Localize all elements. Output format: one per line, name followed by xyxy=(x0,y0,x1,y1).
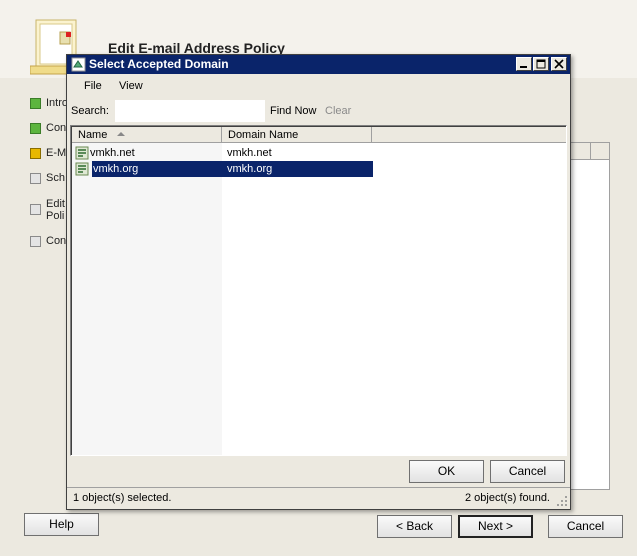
wizard-step-label: Con xyxy=(46,122,67,134)
list-item[interactable]: vmkh.net vmkh.net xyxy=(72,145,372,161)
minimize-icon xyxy=(520,66,527,68)
step-complete-icon xyxy=(30,98,41,109)
list-item-selected[interactable]: vmkh.org vmkh.org xyxy=(72,161,373,177)
ok-button[interactable]: OK xyxy=(409,460,484,483)
menu-bar: File View xyxy=(67,74,570,98)
dialog-cancel-button[interactable]: Cancel xyxy=(490,460,565,483)
wizard-content-list xyxy=(565,142,610,490)
wizard-steps: Intro Con E-M Sch Edit Poli Con xyxy=(0,78,70,498)
close-icon xyxy=(554,59,564,69)
step-pending-icon xyxy=(30,236,41,247)
step-pending-icon xyxy=(30,204,41,215)
back-button[interactable]: < Back xyxy=(377,515,452,538)
wizard-step-label: Sch xyxy=(46,172,65,184)
wizard-step-email-addresses[interactable]: E-M xyxy=(30,147,66,161)
wizard-step-introduction[interactable]: Intro xyxy=(30,97,68,111)
wizard-step-schedule[interactable]: Sch xyxy=(30,172,65,186)
column-header-domain-name[interactable]: Domain Name xyxy=(222,127,372,143)
wizard-cancel-button[interactable]: Cancel xyxy=(548,515,623,538)
domain-value-cell: vmkh.net xyxy=(227,147,272,159)
column-separator xyxy=(590,143,591,160)
domain-name-cell: vmkh.net xyxy=(90,147,135,159)
dialog-titlebar[interactable]: Select Accepted Domain xyxy=(67,55,570,74)
resize-grip-icon[interactable] xyxy=(556,495,568,507)
search-input[interactable] xyxy=(115,100,265,122)
dialog-app-icon xyxy=(71,57,86,72)
found-count-status: 2 object(s) found. xyxy=(465,492,550,504)
wizard-step-label: Con xyxy=(46,235,67,247)
list-header: Name Domain Name xyxy=(72,127,566,143)
dialog-title: Select Accepted Domain xyxy=(89,57,229,71)
wizard-step-edit-policy[interactable]: Edit Poli xyxy=(30,198,65,222)
column-header-name[interactable]: Name xyxy=(72,127,222,143)
domain-list[interactable]: Name Domain Name vmkh.net vmkh.net vmkh.… xyxy=(70,125,567,456)
wizard-step-conditions[interactable]: Con xyxy=(30,122,66,136)
column-header-label: Domain Name xyxy=(228,129,299,141)
step-complete-icon xyxy=(30,123,41,134)
wizard-step-label-line1: Edit xyxy=(46,198,65,210)
status-bar: 1 object(s) selected. 2 object(s) found. xyxy=(67,487,570,509)
name-column-shade xyxy=(72,143,222,455)
wizard-step-label: E-M xyxy=(46,147,67,159)
search-label: Search: xyxy=(71,105,109,117)
close-button[interactable] xyxy=(551,57,567,71)
step-pending-icon xyxy=(30,173,41,184)
column-header-label: Name xyxy=(78,129,108,141)
help-button[interactable]: Help xyxy=(24,513,99,536)
wizard-step-label: Intro xyxy=(46,97,69,109)
wizard-step-label: Edit Poli xyxy=(46,198,65,222)
selection-status: 1 object(s) selected. xyxy=(73,492,172,504)
next-button[interactable]: Next > xyxy=(458,515,533,538)
domain-value-cell: vmkh.org xyxy=(227,163,273,175)
wizard-step-label-line2: Poli xyxy=(46,210,65,222)
menu-view[interactable]: View xyxy=(119,80,143,92)
accepted-domain-icon xyxy=(75,146,89,160)
clear-button[interactable]: Clear xyxy=(325,105,351,117)
maximize-button[interactable] xyxy=(533,57,549,71)
search-bar: Search: Find Now Clear xyxy=(67,98,570,124)
find-now-button[interactable]: Find Now xyxy=(270,105,316,117)
wizard-step-completion[interactable]: Con xyxy=(30,235,66,249)
domain-name-cell: vmkh.org xyxy=(93,163,139,175)
wizard-content-list-header xyxy=(566,143,609,160)
maximize-icon xyxy=(536,59,546,69)
minimize-button[interactable] xyxy=(516,57,532,71)
menu-file[interactable]: File xyxy=(84,80,102,92)
step-current-icon xyxy=(30,148,41,159)
accepted-domain-icon xyxy=(75,162,89,176)
sort-ascending-icon xyxy=(117,132,125,136)
select-accepted-domain-dialog: Select Accepted Domain File View Search:… xyxy=(66,54,571,510)
